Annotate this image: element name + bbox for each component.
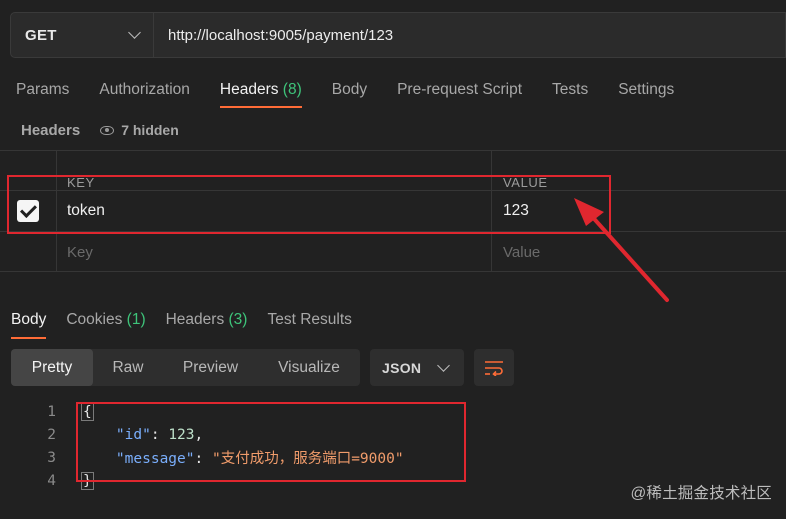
- request-url-bar: GET http://localhost:9005/payment/123: [10, 12, 786, 58]
- tab-body[interactable]: Body: [332, 80, 367, 108]
- headers-panel-title: Headers: [21, 121, 81, 139]
- method-select[interactable]: GET: [11, 13, 154, 57]
- wrap-lines-button[interactable]: [474, 349, 514, 386]
- headers-count: (8): [282, 81, 302, 98]
- wrap-lines-icon: [485, 360, 503, 376]
- url-input[interactable]: http://localhost:9005/payment/123: [154, 13, 393, 57]
- chevron-down-icon: [437, 358, 450, 372]
- tab-test-results[interactable]: Test Results: [267, 310, 351, 339]
- method-label: GET: [25, 26, 57, 44]
- format-select[interactable]: JSON: [370, 349, 464, 386]
- tab-authorization[interactable]: Authorization: [99, 80, 189, 108]
- tab-headers[interactable]: Headers (8): [219, 80, 302, 108]
- tab-params[interactable]: Params: [16, 80, 69, 108]
- view-mode-visualize[interactable]: Visualize: [258, 349, 360, 386]
- url-text: http://localhost:9005/payment/123: [168, 26, 394, 44]
- new-key-input[interactable]: Key: [57, 232, 492, 272]
- annotation-arrow: [574, 198, 669, 302]
- hidden-headers-toggle[interactable]: 7 hidden: [121, 122, 179, 138]
- annotation-box-header: [7, 175, 611, 234]
- tab-response-headers[interactable]: Headers (3): [166, 310, 248, 339]
- view-mode-raw[interactable]: Raw: [93, 349, 163, 386]
- view-mode-preview[interactable]: Preview: [163, 349, 258, 386]
- tab-pre-request-script[interactable]: Pre-request Script: [397, 80, 522, 108]
- watermark: @稀土掘金技术社区: [630, 485, 772, 502]
- tab-cookies[interactable]: Cookies (1): [66, 310, 145, 339]
- chevron-down-icon: [128, 26, 141, 39]
- eye-icon[interactable]: [100, 125, 115, 135]
- view-mode-pretty[interactable]: Pretty: [11, 349, 93, 386]
- format-label: JSON: [382, 359, 422, 376]
- view-mode-selector: Pretty Raw Preview Visualize: [11, 349, 360, 386]
- tab-tests[interactable]: Tests: [552, 80, 588, 108]
- response-tabs: Body Cookies (1) Headers (3) Test Result…: [11, 310, 372, 340]
- headers-subbar: Headers 7 hidden: [21, 120, 179, 140]
- request-tabs: Params Authorization Headers (8) Body Pr…: [16, 80, 704, 110]
- tab-response-body[interactable]: Body: [11, 310, 47, 339]
- annotation-box-json: [76, 402, 466, 482]
- tab-settings[interactable]: Settings: [618, 80, 674, 108]
